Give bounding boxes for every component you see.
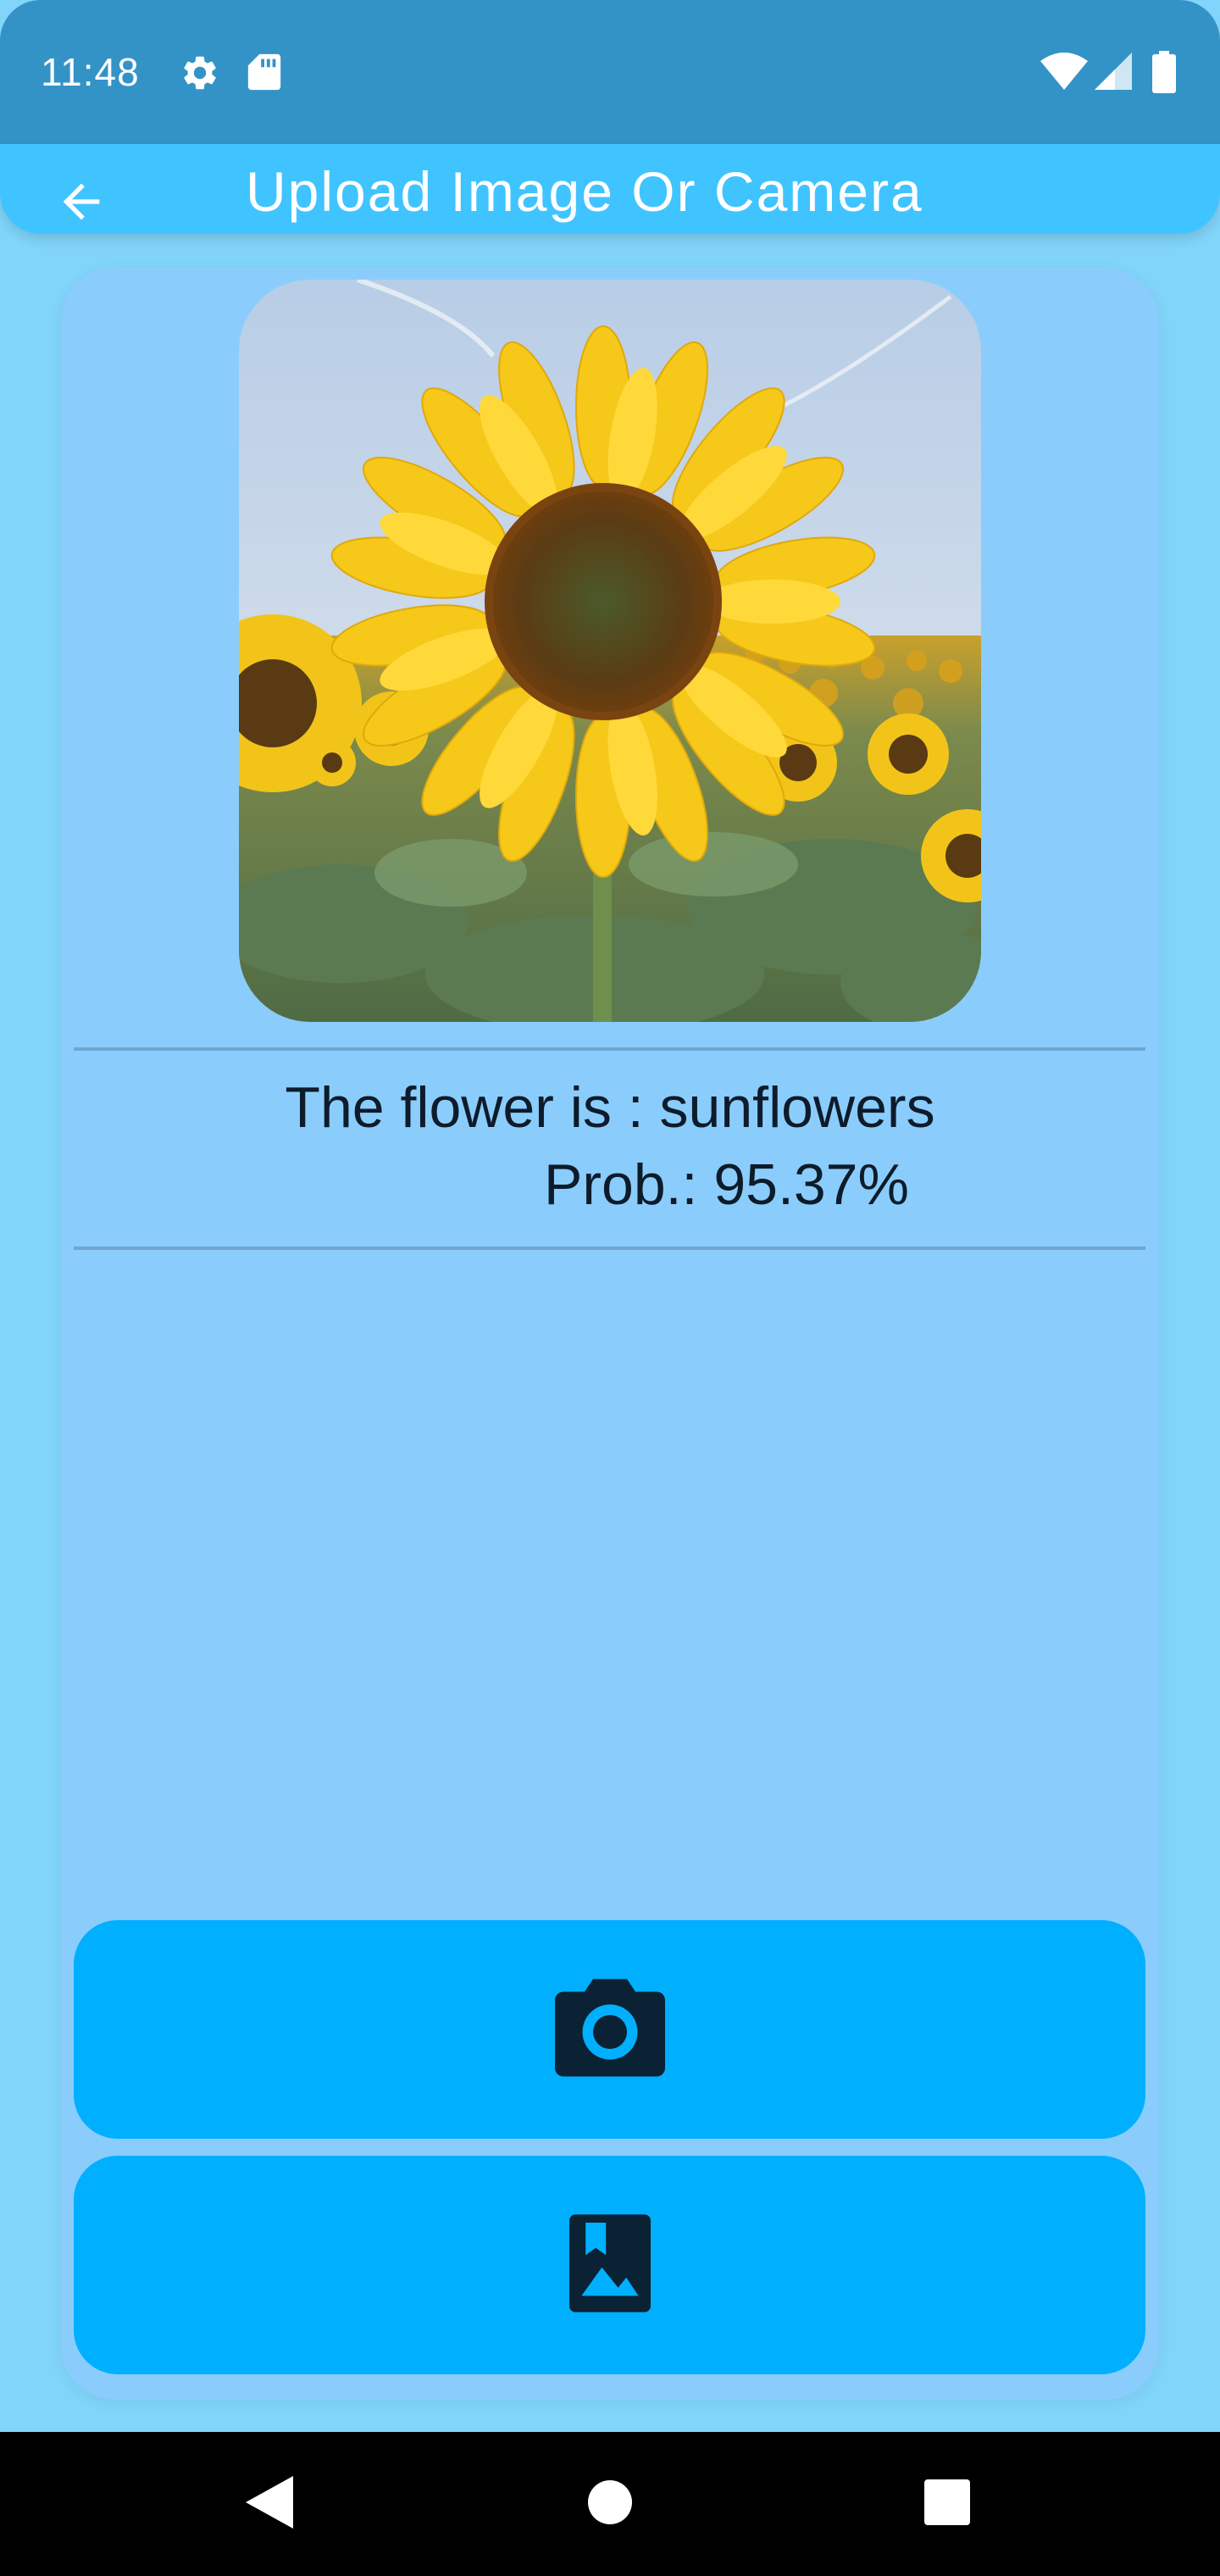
content-card: The flower is : sunflowers Prob.: 95.37% [61, 268, 1159, 2400]
flower-image [239, 280, 981, 1022]
cellular-signal-icon [1095, 53, 1132, 94]
page-title: Upload Image Or Camera [246, 160, 923, 223]
camera-button[interactable] [74, 1920, 1145, 2139]
battery-icon [1152, 51, 1176, 97]
gear-icon [180, 53, 220, 97]
back-triangle-icon [246, 2475, 297, 2533]
navigation-bar [0, 2432, 1220, 2576]
probability-text: Prob.: 95.37% [544, 1152, 909, 1217]
divider-bottom [74, 1246, 1145, 1250]
photo-album-icon [568, 2213, 651, 2318]
nav-home-button[interactable] [576, 2470, 644, 2538]
recents-square-icon [924, 2479, 970, 2529]
wifi-icon [1040, 53, 1088, 94]
status-time: 11:48 [41, 50, 140, 94]
nav-back-button[interactable] [237, 2470, 305, 2538]
app-bar: Upload Image Or Camera [0, 144, 1220, 234]
back-button[interactable] [51, 173, 112, 234]
arrow-back-icon [54, 175, 108, 233]
nav-recents-button[interactable] [913, 2470, 981, 2538]
gallery-button[interactable] [74, 2156, 1145, 2374]
camera-icon [554, 1979, 665, 2081]
home-circle-icon [587, 2479, 633, 2529]
divider-top [74, 1047, 1145, 1051]
flower-result-text: The flower is : sunflowers [285, 1075, 935, 1140]
sd-card-icon [247, 53, 281, 96]
